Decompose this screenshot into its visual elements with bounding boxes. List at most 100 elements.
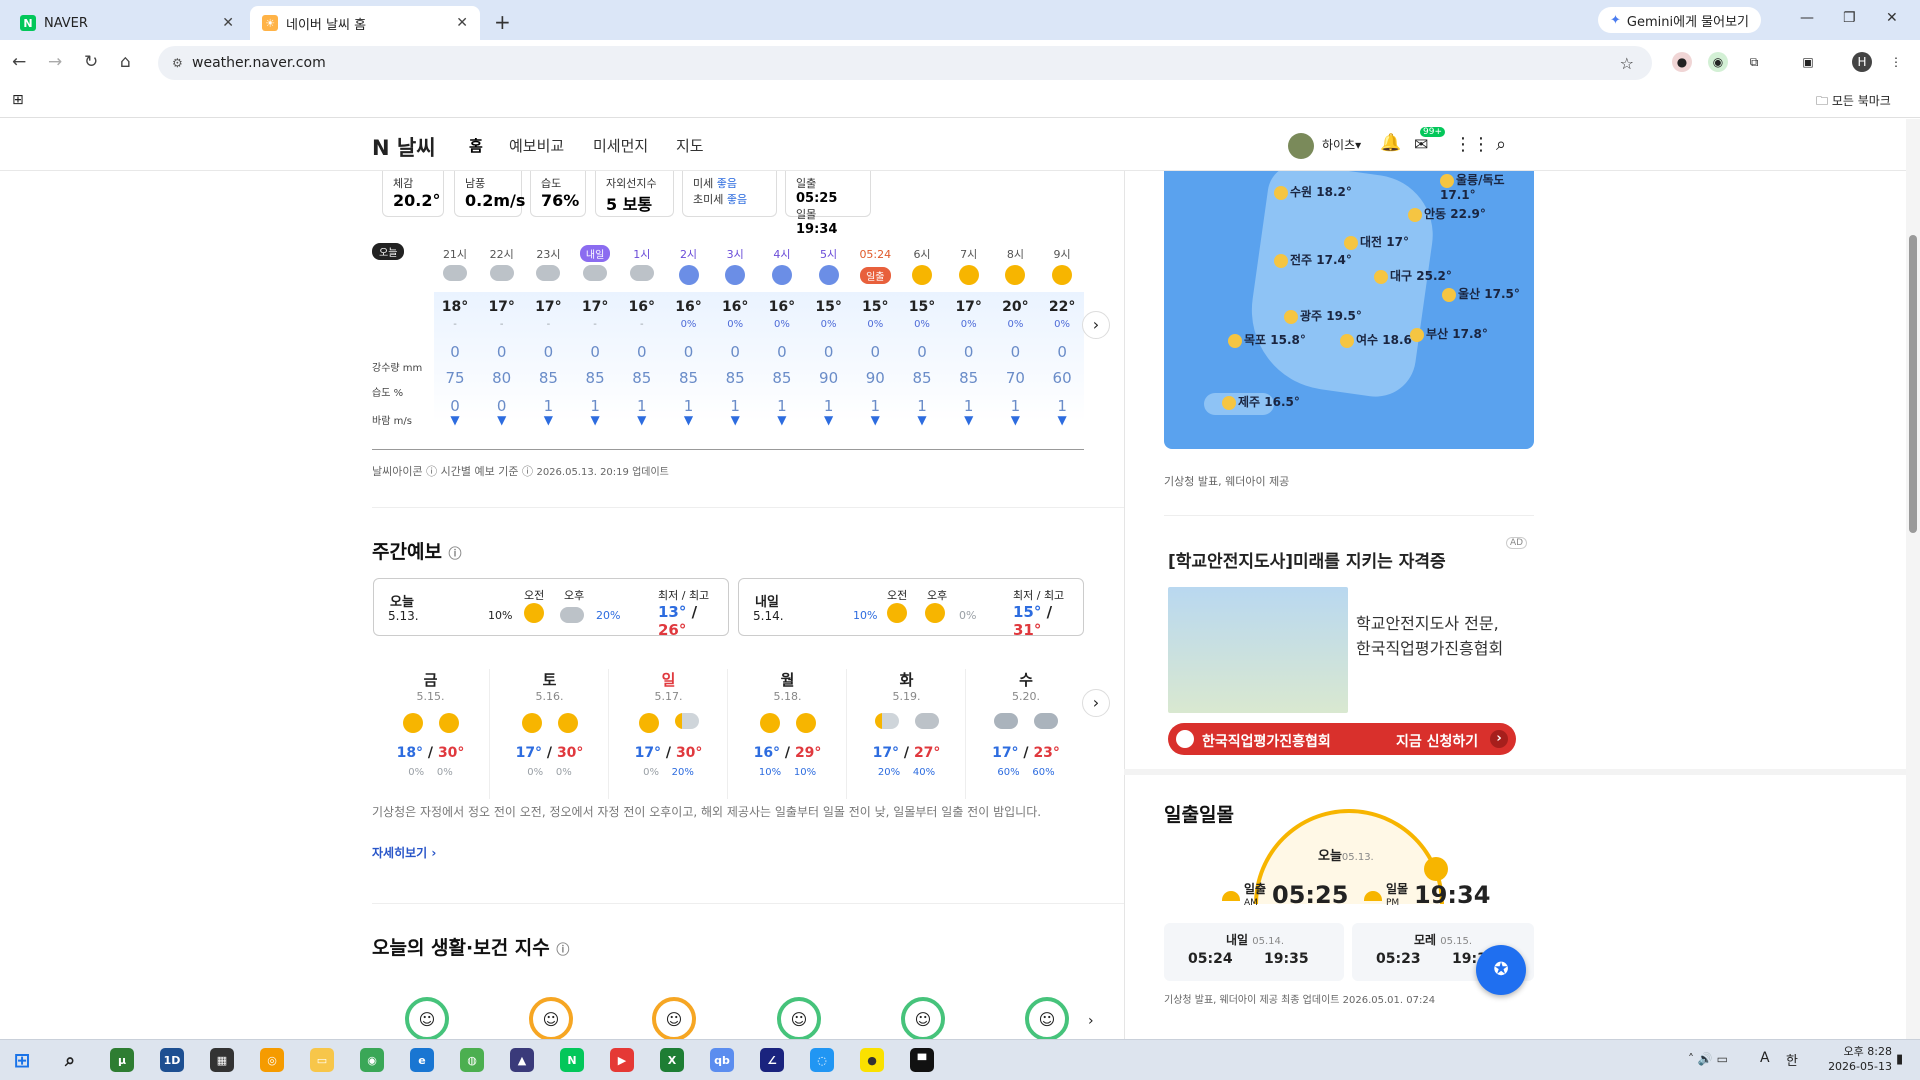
apps-grid-icon[interactable]: ⋮⋮ [1454, 134, 1490, 155]
search-icon[interactable]: ⌕ [58, 1048, 82, 1072]
font-a-indicator[interactable]: A [1760, 1050, 1770, 1066]
floating-action-button[interactable]: ✪ [1476, 945, 1526, 995]
app-icon[interactable]: μ [110, 1048, 134, 1072]
bell-icon[interactable]: 🔔 [1380, 133, 1401, 153]
nav-map[interactable]: 지도 [676, 135, 704, 156]
weekly-day-column[interactable]: 금 5.15. 18° / 30° 0% 0% [372, 669, 490, 799]
app-icon[interactable]: 1D [160, 1048, 184, 1072]
nav-fine-dust[interactable]: 미세먼지 [593, 135, 648, 156]
site-info-icon[interactable]: ⚙ [172, 56, 183, 70]
forward-icon[interactable]: → [48, 52, 62, 72]
back-icon[interactable]: ← [12, 52, 26, 72]
map-city[interactable]: 안동 22.9° [1408, 205, 1486, 222]
life-face-icon[interactable]: ☺ [652, 997, 696, 1039]
windows-start-icon[interactable]: ⊞ [10, 1048, 34, 1072]
map-city[interactable]: 전주 17.4° [1274, 251, 1352, 268]
kakaotalk-icon[interactable]: ● [860, 1048, 884, 1072]
app-icon[interactable]: ▶ [610, 1048, 634, 1072]
life-face-icon[interactable]: ☺ [777, 997, 821, 1039]
extension-icon[interactable]: ● [1672, 52, 1692, 72]
weekly-next-button[interactable]: › [1082, 689, 1110, 717]
map-city[interactable]: 광주 19.5° [1284, 307, 1362, 324]
map-city[interactable]: 대전 17° [1344, 233, 1409, 250]
info-icon[interactable]: ⓘ [449, 547, 462, 562]
minimize-icon[interactable]: — [1800, 10, 1814, 26]
weekly-day-column[interactable]: 수 5.20. 17° / 23° 60% 60% [967, 669, 1085, 778]
app-icon[interactable]: ∠ [760, 1048, 784, 1072]
app-icon[interactable]: ◍ [460, 1048, 484, 1072]
gemini-button[interactable]: ✦ Gemini에게 물어보기 [1598, 7, 1761, 33]
info-icon[interactable]: ⓘ [518, 465, 536, 478]
weekly-day-column[interactable]: 월 5.18. 16° / 29° 10% 10% [729, 669, 847, 799]
user-avatar[interactable] [1288, 133, 1314, 159]
map-city[interactable]: 울릉/독도 17.1° [1440, 171, 1534, 202]
window-close-icon[interactable]: ✕ [1886, 10, 1898, 26]
ad-title[interactable]: [학교안전지도사]미래를 지키는 자격증 [1168, 547, 1446, 572]
more-link[interactable]: 자세히보기 › [372, 844, 436, 861]
app-icon[interactable]: ◎ [260, 1048, 284, 1072]
info-icon[interactable]: ⓘ [556, 943, 569, 958]
tab-naver[interactable]: N NAVER ✕ [8, 6, 246, 40]
reload-icon[interactable]: ↻ [84, 52, 98, 72]
app-icon[interactable]: ◌ [810, 1048, 834, 1072]
life-face-icon[interactable]: ☺ [529, 997, 573, 1039]
info-icon[interactable]: ⓘ [423, 465, 441, 478]
search-icon[interactable]: ⌕ [1496, 134, 1506, 155]
apps-grid-icon[interactable]: ⊞ [12, 92, 24, 108]
weekly-day-column[interactable]: 토 5.16. 17° / 30° 0% 0% [491, 669, 609, 799]
map-city[interactable]: 수원 18.2° [1274, 183, 1352, 200]
notification-icon[interactable]: ▮ [1896, 1052, 1903, 1067]
chrome-icon[interactable]: ◉ [360, 1048, 384, 1072]
clock[interactable]: 오후 8:28 2026-05-13 [1822, 1044, 1892, 1074]
mail-icon[interactable]: ✉ [1414, 135, 1428, 155]
ad-image[interactable] [1168, 587, 1348, 713]
close-icon[interactable]: ✕ [456, 15, 468, 31]
naver-favicon: N [20, 15, 36, 31]
life-face-icon[interactable]: ☺ [405, 997, 449, 1039]
excel-icon[interactable]: X [660, 1048, 684, 1072]
app-icon[interactable]: ▦ [210, 1048, 234, 1072]
map-city[interactable]: 여수 18.6° [1340, 331, 1418, 348]
home-icon[interactable]: ⌂ [120, 52, 131, 72]
scrollbar-thumb[interactable] [1909, 235, 1917, 533]
map-city[interactable]: 부산 17.8° [1410, 325, 1488, 342]
ad-text[interactable]: 학교안전지도사 전문, 한국직업평가진흥협회 [1356, 611, 1506, 661]
extensions-puzzle-icon[interactable]: ⧉ [1744, 52, 1764, 72]
life-face-icon[interactable]: ☺ [1025, 997, 1069, 1039]
ad-cta-button[interactable]: 한국직업평가진흥협회 지금 신청하기 › [1168, 723, 1516, 755]
close-icon[interactable]: ✕ [222, 15, 234, 31]
profile-avatar[interactable]: H [1852, 52, 1872, 72]
life-next-icon[interactable]: › [1088, 1013, 1094, 1029]
map-city[interactable]: 목포 15.8° [1228, 331, 1306, 348]
page-scrollbar[interactable] [1906, 119, 1920, 1039]
app-icon[interactable]: ▀ [910, 1048, 934, 1072]
site-logo[interactable]: N 날씨 [372, 132, 436, 162]
map-city[interactable]: 제주 16.5° [1222, 393, 1300, 410]
map-city[interactable]: 대구 25.2° [1374, 267, 1452, 284]
system-tray-icons[interactable]: ˄ 🔊 ▭ [1688, 1052, 1728, 1066]
ime-indicator[interactable]: 한 [1786, 1050, 1798, 1069]
life-face-icon[interactable]: ☺ [901, 997, 945, 1039]
new-tab-icon[interactable]: + [494, 10, 511, 34]
nav-home[interactable]: 홈 [469, 135, 483, 156]
app-icon[interactable]: qb [710, 1048, 734, 1072]
folder-icon[interactable]: ▭ [310, 1048, 334, 1072]
edge-icon[interactable]: e [410, 1048, 434, 1072]
side-panel-icon[interactable]: ▣ [1798, 52, 1818, 72]
app-icon[interactable]: ▲ [510, 1048, 534, 1072]
nav-forecast-compare[interactable]: 예보비교 [509, 135, 564, 156]
user-name[interactable]: 하이츠▾ [1322, 136, 1361, 153]
weekly-day-column[interactable]: 일 5.17. 17° / 30° 0% 20% [610, 669, 728, 799]
all-bookmarks-button[interactable]: 🗀 모든 북마크 [1816, 92, 1891, 113]
map-city[interactable]: 울산 17.5° [1442, 285, 1520, 302]
menu-kebab-icon[interactable]: ⋮ [1886, 52, 1906, 72]
address-bar[interactable]: ⚙ weather.naver.com ☆ [158, 46, 1652, 80]
app-icon[interactable]: N [560, 1048, 584, 1072]
extension-globe-icon[interactable]: ◉ [1708, 52, 1728, 72]
tab-weather[interactable]: ☀ 네이버 날씨 홈 ✕ [250, 6, 480, 40]
weather-map[interactable]: 수원 18.2° 울릉/독도 17.1° 안동 22.9° 대전 17° 전주 17.4… [1164, 171, 1534, 449]
weekly-day-column[interactable]: 화 5.19. 17° / 27° 20% 40% [848, 669, 966, 799]
restore-icon[interactable]: ❐ [1843, 10, 1856, 26]
hourly-next-button[interactable]: › [1082, 311, 1110, 339]
bookmark-star-icon[interactable]: ☆ [1620, 54, 1634, 73]
